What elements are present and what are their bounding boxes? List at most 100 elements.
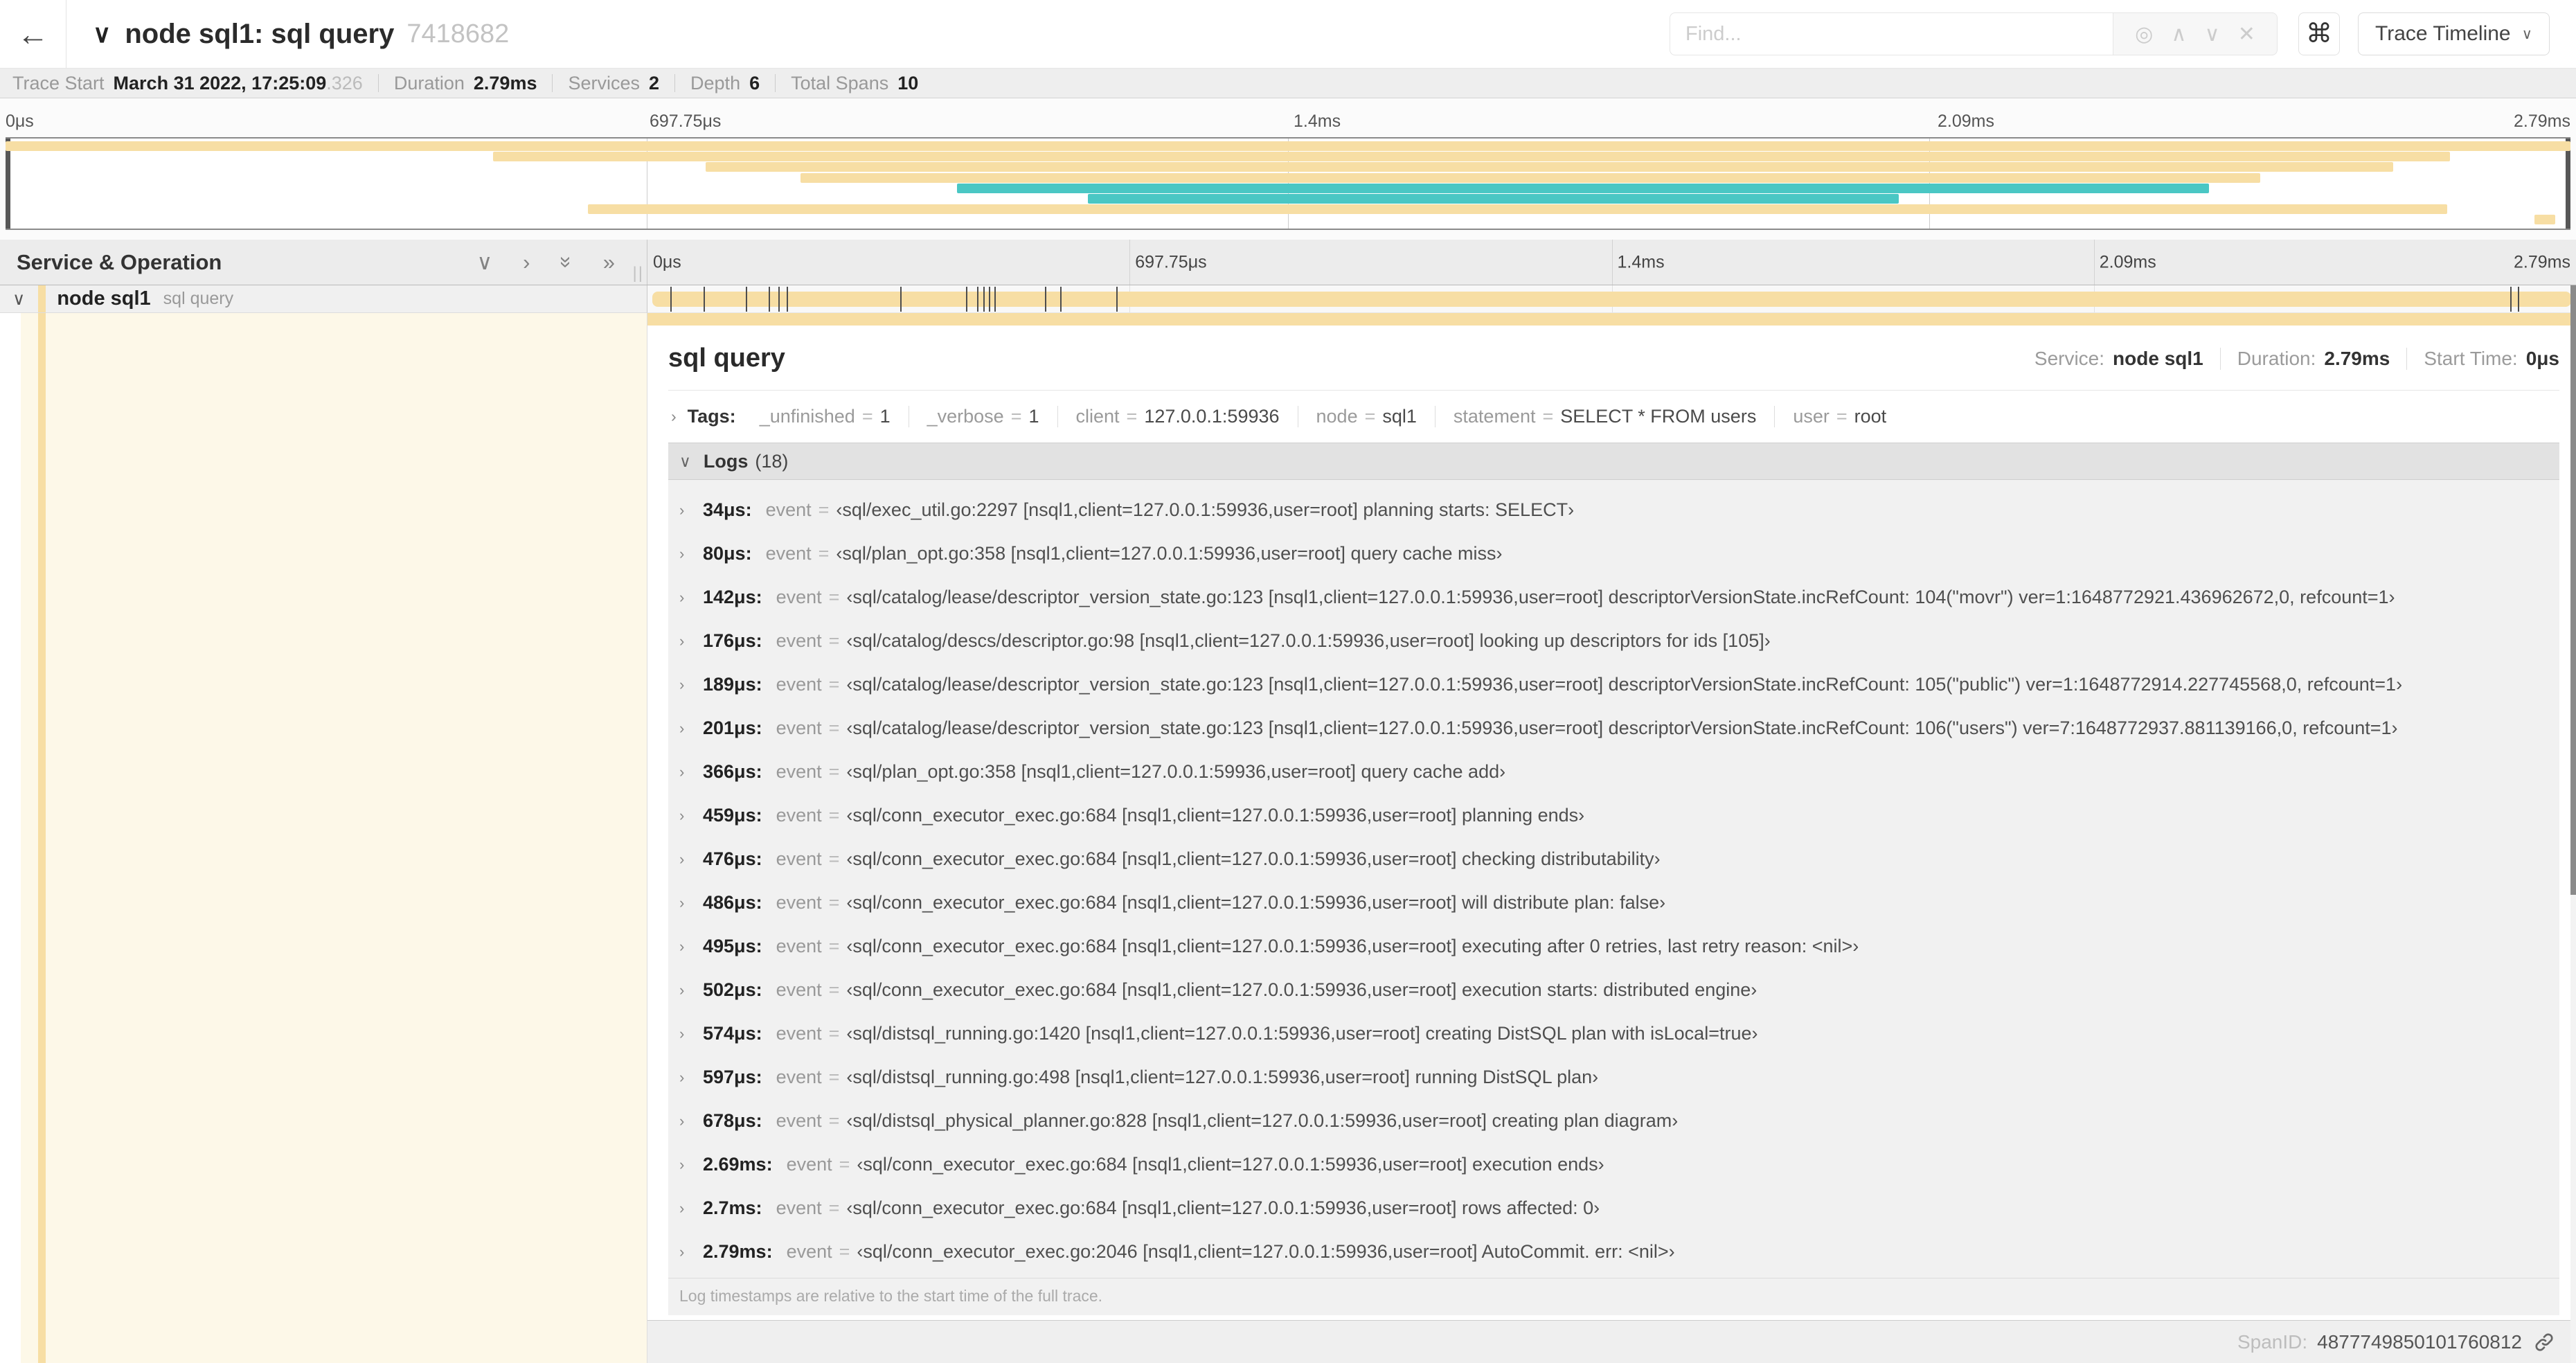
span-row-name-cell[interactable]: ∨ node sql1 sql query [0, 285, 647, 313]
minimap-right-handle[interactable] [2566, 139, 2570, 229]
log-timestamp: 2.79ms: [703, 1241, 773, 1262]
find-input[interactable] [1670, 12, 2113, 55]
log-row[interactable]: › 2.79ms: event = ‹sql/conn_executor_exec.go… [668, 1230, 2559, 1274]
panel-resize-grip[interactable]: || [633, 264, 644, 283]
logs-chevron-icon: ∨ [679, 452, 691, 470]
scrollbar-thumb[interactable] [2570, 285, 2576, 895]
tag-item[interactable]: statement = SELECT * FROM users [1434, 406, 1774, 427]
next-match-icon[interactable]: ∨ [2205, 22, 2220, 46]
log-row[interactable]: › 678μs: event = ‹sql/distsql_physical_plann… [668, 1099, 2559, 1143]
log-chevron-icon: › [679, 1112, 685, 1130]
log-row[interactable]: › 176μs: event = ‹sql/catalog/descs/descript… [668, 619, 2559, 663]
minimap-tick-labels: 0μs 697.75μs 1.4ms 2.09ms 2.79ms [0, 98, 2576, 137]
span-row-timeline-cell[interactable] [647, 285, 2576, 313]
trace-summary-value-dim: .326 [326, 72, 363, 93]
detail-meta-label: Duration: [2237, 347, 2316, 369]
expand-one-icon[interactable]: › [523, 251, 530, 273]
log-field-key: event [765, 499, 812, 520]
trace-summary-label: Total Spans [791, 72, 889, 93]
clear-match-icon[interactable]: ✕ [2238, 22, 2255, 46]
log-row[interactable]: › 201μs: event = ‹sql/catalog/lease/descript… [668, 706, 2559, 750]
log-row[interactable]: › 366μs: event = ‹sql/plan_opt.go:358 [nsql1… [668, 750, 2559, 794]
log-timestamp: 201μs: [703, 718, 762, 738]
log-marker-tick [977, 287, 979, 312]
log-timestamp: 2.7ms: [703, 1197, 762, 1218]
log-row[interactable]: › 486μs: event = ‹sql/conn_executor_exec.go:… [668, 881, 2559, 925]
trace-summary-separator [674, 74, 676, 92]
span-color-stripe [38, 285, 46, 312]
log-field-value: ‹sql/distsql_running.go:498 [nsql1,clien… [846, 1067, 1599, 1087]
tag-item[interactable]: _verbose = 1 [908, 406, 1057, 427]
view-selector-button[interactable]: Trace Timeline ∨ [2358, 12, 2550, 55]
logs-accordion-header[interactable]: ∨ Logs (18) [668, 443, 2559, 480]
log-row[interactable]: › 476μs: event = ‹sql/conn_executor_exec.go:… [668, 837, 2559, 881]
focus-match-icon[interactable]: ◎ [2135, 22, 2153, 46]
span-duration-bar[interactable] [652, 292, 2572, 307]
log-row[interactable]: › 502μs: event = ‹sql/conn_executor_exec.go:… [668, 968, 2559, 1012]
log-field-value: ‹sql/conn_executor_exec.go:684 [nsql1,cl… [846, 892, 1666, 913]
deep-link-icon[interactable] [2533, 1331, 2555, 1353]
log-row[interactable]: › 574μs: event = ‹sql/distsql_running.go:142… [668, 1012, 2559, 1055]
log-field-key: event [776, 1197, 822, 1218]
timeline-tick-label: 1.4ms [1617, 252, 1665, 271]
log-marker-tick [900, 287, 902, 312]
log-marker-tick [983, 287, 985, 312]
log-row[interactable]: › 495μs: event = ‹sql/conn_executor_exec.go:… [668, 925, 2559, 968]
log-field-key: event [776, 587, 822, 607]
view-selector-label: Trace Timeline [2375, 22, 2511, 45]
tag-item[interactable]: node = sql1 [1297, 406, 1435, 427]
minimap-span-bar [587, 204, 2448, 215]
tags-accordion[interactable]: › Tags: _unfinished = 1 _verbose = 1 client = 12… [668, 391, 2559, 443]
log-field-value: ‹sql/conn_executor_exec.go:684 [nsql1,cl… [846, 848, 1661, 869]
collapse-one-icon[interactable]: ∨ [476, 251, 492, 273]
tag-equals: = [1010, 406, 1022, 427]
log-field-value: ‹sql/plan_opt.go:358 [nsql1,client=127.0… [846, 761, 1506, 782]
log-row[interactable]: › 597μs: event = ‹sql/distsql_running.go:498… [668, 1055, 2559, 1099]
minimap-left-handle[interactable] [6, 139, 10, 229]
trace-summary-value: 2 [649, 72, 660, 93]
prev-match-icon[interactable]: ∧ [2171, 22, 2186, 46]
expand-all-icon[interactable]: » [603, 251, 615, 273]
span-collapse-chevron-icon[interactable]: ∨ [12, 289, 25, 310]
tag-value: root [1854, 406, 1887, 427]
tag-item[interactable]: client = 127.0.0.1:59936 [1057, 406, 1298, 427]
collapse-trace-chevron-icon[interactable]: ∨ [93, 19, 111, 48]
back-button[interactable]: ← [0, 0, 66, 68]
minimap-span-bar [706, 162, 2394, 172]
top-bar: ← ∨ node sql1: sql query 7418682 ◎ ∧ ∨ ✕… [0, 0, 2576, 68]
collapse-all-icon[interactable]: » [555, 256, 579, 268]
log-row[interactable]: › 189μs: event = ‹sql/catalog/lease/descript… [668, 663, 2559, 706]
keyboard-shortcuts-button[interactable]: ⌘ [2298, 12, 2340, 55]
log-field-key: event [776, 848, 822, 869]
log-row[interactable]: › 34μs: event = ‹sql/exec_util.go:2297 [nsql… [668, 488, 2559, 532]
log-marker-tick [670, 287, 672, 312]
tag-item[interactable]: user = root [1774, 406, 1904, 427]
log-field-value: ‹sql/conn_executor_exec.go:684 [nsql1,cl… [846, 936, 1859, 956]
log-field-key: event [776, 1023, 822, 1044]
log-field-key: event [765, 543, 812, 564]
scrollbar-track[interactable] [2570, 285, 2576, 1363]
tag-value: SELECT * FROM users [1560, 406, 1757, 427]
log-timestamp: 2.69ms: [703, 1154, 773, 1175]
minimap-span-bar [1088, 194, 1899, 204]
trace-summary-label: Trace Start [12, 72, 105, 93]
tag-item[interactable]: _unfinished = 1 [742, 406, 909, 427]
timeline-tick-label: 2.09ms [1938, 112, 1994, 131]
timeline-tick-label: 2.79ms [2514, 252, 2570, 271]
log-row[interactable]: › 80μs: event = ‹sql/plan_opt.go:358 [nsql1,… [668, 532, 2559, 576]
find-controls: ◎ ∧ ∨ ✕ [2113, 12, 2278, 55]
tag-key: client [1075, 406, 1120, 427]
log-row[interactable]: › 459μs: event = ‹sql/conn_executor_exec.go:… [668, 794, 2559, 837]
log-row[interactable]: › 2.69ms: event = ‹sql/conn_executor_exec.go… [668, 1143, 2559, 1186]
log-marker-tick [988, 287, 990, 312]
log-field-value: ‹sql/conn_executor_exec.go:684 [nsql1,cl… [857, 1154, 1604, 1175]
tag-key: _verbose [927, 406, 1004, 427]
log-equals: = [828, 892, 840, 913]
trace-summary-separator [775, 74, 776, 92]
log-equals: = [828, 805, 840, 826]
trace-summary-item: Depth 6 [690, 73, 760, 94]
log-marker-tick [703, 287, 705, 312]
log-row[interactable]: › 142μs: event = ‹sql/catalog/lease/descript… [668, 576, 2559, 619]
log-row[interactable]: › 2.7ms: event = ‹sql/conn_executor_exec.go:… [668, 1186, 2559, 1230]
minimap-canvas[interactable] [6, 137, 2570, 230]
